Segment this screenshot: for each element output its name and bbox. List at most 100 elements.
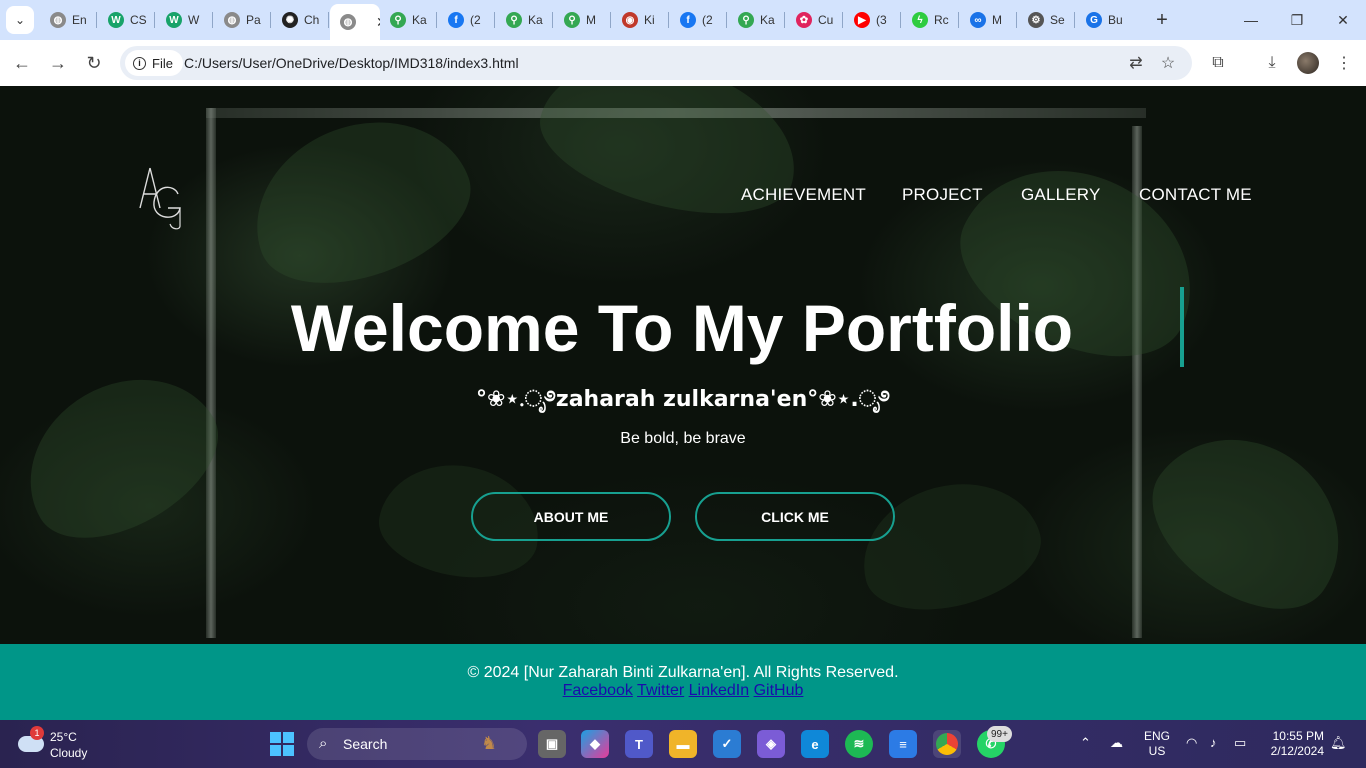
browser-tab[interactable]: ◍✕ [330,4,380,40]
tab-separator [494,12,495,28]
browser-tab[interactable]: ⚲ M [554,6,612,34]
edge-icon[interactable]: e [801,730,829,758]
browser-tab[interactable]: ⚲ Ka [380,6,438,34]
notepad-icon[interactable]: ≡ [889,730,917,758]
download-icon[interactable]: ⤓ [1261,52,1283,74]
twitter-link[interactable]: Twitter [637,682,684,699]
bookmark-star-icon[interactable]: ☆ [1158,53,1178,73]
spotify-icon[interactable]: ≋ [845,730,873,758]
address-bar[interactable]: i File C:/Users/User/OneDrive/Desktop/IM… [120,46,1192,80]
about-me-button[interactable]: ABOUT ME [471,492,671,541]
facebook-icon: f [448,12,464,28]
volume-icon[interactable]: ♪ [1210,735,1217,750]
battery-icon[interactable]: ▭ [1234,735,1246,751]
minimize-button[interactable]: — [1236,8,1266,32]
notification-bell-icon[interactable]: 🔔︎ [1330,735,1347,751]
taskbar-search[interactable]: ⌕ Search ♞ [307,728,527,760]
browser-tab[interactable]: G Bu [1076,6,1134,34]
nav-gallery[interactable]: GALLERY [1021,185,1101,205]
translate-icon[interactable]: ⇄ [1126,53,1146,73]
profile-avatar[interactable] [1297,52,1319,74]
url-text[interactable]: C:/Users/User/OneDrive/Desktop/IMD318/in… [184,55,519,71]
browser-tab[interactable]: W CS [98,6,156,34]
tab-separator [1074,12,1075,28]
footer-copyright: © 2024 [Nur Zaharah Binti Zulkarna'en]. … [467,664,899,681]
copilot-icon[interactable]: ◆ [581,730,609,758]
leaf-shape [847,464,1053,628]
browser-tab[interactable]: ◍ Pa [214,6,272,34]
tab-label: Bu [1108,13,1123,27]
reload-icon[interactable]: ↻ [82,51,106,75]
tab-separator [610,12,611,28]
browser-tab[interactable]: ⚙ Se [1018,6,1076,34]
forward-icon[interactable]: → [46,51,70,75]
browser-tab[interactable]: f (2 [438,6,496,34]
nav-achievement[interactable]: ACHIEVEMENT [741,185,866,205]
weather-condition: Cloudy [50,746,88,760]
whatsapp-unread-badge: 99+ [987,726,1012,742]
restore-button[interactable]: ❐ [1282,8,1312,32]
frame-left-bar [206,108,216,638]
todo-icon[interactable]: ✓ [713,730,741,758]
teams-icon[interactable]: T [625,730,653,758]
browser-tab[interactable]: ∞ M [960,6,1018,34]
browser-tab[interactable]: ϟ Rc [902,6,960,34]
maps-icon: ⚲ [506,12,522,28]
facebook-link[interactable]: Facebook [563,682,633,699]
browser-tab[interactable]: ✺ Ch [272,6,330,34]
avatar-icon: ◉ [622,12,638,28]
store-icon[interactable]: ◈ [757,730,785,758]
tab-label: M [992,13,1002,27]
logo-icon[interactable] [134,164,190,230]
windows-start-icon[interactable] [270,732,294,756]
nav-project[interactable]: PROJECT [902,185,983,205]
click-me-button[interactable]: CLICK ME [695,492,895,541]
footer: © 2024 [Nur Zaharah Binti Zulkarna'en]. … [0,644,1366,720]
browser-tab[interactable]: ✿ Cu [786,6,844,34]
flash-icon: ϟ [912,12,928,28]
nav-contact-me[interactable]: CONTACT ME [1139,185,1252,205]
globe-icon: ◍ [50,12,66,28]
tab-label: CS [130,13,147,27]
browser-tab[interactable]: WW [156,6,214,34]
tab-label: Cu [818,13,834,27]
new-tab-button[interactable]: + [1150,8,1174,32]
tab-label: M [586,13,596,27]
chrome-icon[interactable] [933,730,961,758]
tab-separator [900,12,901,28]
info-icon: i [133,56,146,70]
tab-separator [436,12,437,28]
extensions-icon[interactable]: ⧉ [1207,52,1229,74]
browser-tab[interactable]: ⚲ Ka [728,6,786,34]
tab-strip: ⌄ ◍EnWCSWW◍Pa✺Ch◍✕⚲Kaf(2⚲Ka⚲M◉Kif(2⚲Ka✿C… [0,0,1366,40]
browser-tab[interactable]: ◉ Ki [612,6,670,34]
tab-label: Ka [760,13,775,27]
file-explorer-icon[interactable]: ▬ [669,730,697,758]
tab-label: (3 [876,13,887,27]
browser-tab[interactable]: ◍ En [40,6,98,34]
tab-separator [96,12,97,28]
wifi-icon[interactable]: ◠ [1186,735,1197,751]
task-view-icon[interactable]: ▣ [538,730,566,758]
linkedin-link[interactable]: LinkedIn [689,682,750,699]
clock-date: 2/12/2024 [1270,744,1324,758]
tab-separator [668,12,669,28]
cloud-sync-icon[interactable]: ☁ [1110,735,1123,751]
search-icon: ⌕ [319,735,328,752]
browser-tab[interactable]: f (2 [670,6,728,34]
tab-label: Ka [528,13,543,27]
region-code: US [1148,744,1166,758]
tab-search-chevron-icon[interactable]: ⌄ [6,6,34,34]
back-icon[interactable]: ← [10,51,34,75]
browser-tab[interactable]: ⚲ Ka [496,6,554,34]
github-link[interactable]: GitHub [754,682,804,699]
close-window-button[interactable]: ✕ [1328,8,1358,32]
site-info-chip[interactable]: i File [125,50,183,76]
more-menu-icon[interactable]: ⋮ [1333,52,1355,74]
language-indicator[interactable]: ENG US [1144,729,1170,759]
browser-tab[interactable]: ▶ (3 [844,6,902,34]
clock[interactable]: 10:55 PM 2/12/2024 [1264,729,1324,759]
tray-chevron-icon[interactable]: ⌃ [1080,735,1091,751]
weather-temp: 25°C [50,730,77,744]
maps-icon: ⚲ [564,12,580,28]
